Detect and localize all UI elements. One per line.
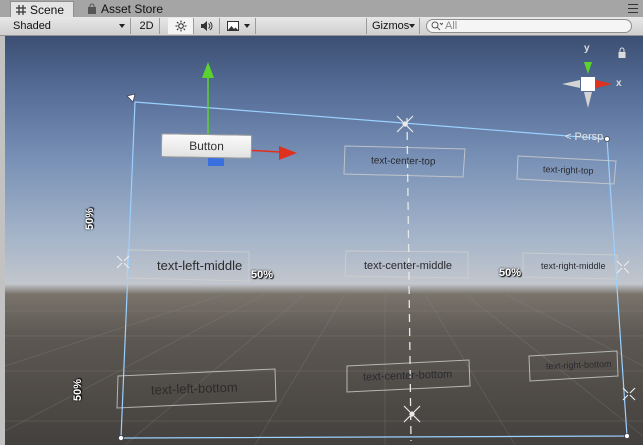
2d-toggle-button[interactable]: 2D	[134, 18, 160, 34]
hierarchy-search	[426, 19, 632, 33]
search-input[interactable]	[443, 20, 615, 32]
tab-asset-store-label: Asset Store	[101, 1, 164, 16]
shading-mode-value: Shaded	[13, 19, 51, 32]
rect-handle-bottom-left	[118, 435, 124, 441]
search-icon[interactable]	[431, 21, 443, 31]
orientation-neg-x-cone	[562, 80, 580, 88]
rect-handle-bottom-right	[624, 433, 630, 439]
text-right-top[interactable]: text-right-top	[543, 164, 594, 176]
lock-icon[interactable]	[618, 47, 626, 58]
speaker-icon	[201, 21, 213, 31]
move-gizmo-x-arrow	[279, 146, 297, 160]
percent-label-left-lower: 50%	[72, 378, 85, 402]
chevron-down-icon	[409, 24, 416, 28]
orientation-gizmo	[562, 62, 612, 108]
shopping-bag-icon	[86, 3, 98, 15]
sun-icon	[175, 20, 186, 32]
rect-handle-top-right	[604, 136, 610, 142]
move-gizmo-z-handle	[208, 158, 224, 166]
projection-label-text: Persp	[574, 131, 604, 143]
hash-grid-icon	[15, 4, 27, 16]
projection-label[interactable]: < Persp	[565, 131, 603, 143]
effects-dropdown[interactable]	[222, 18, 256, 34]
tab-asset-store[interactable]: Asset Store	[82, 1, 169, 17]
scene-ui-button-label: Button	[189, 138, 224, 154]
orientation-x-label: x	[616, 78, 622, 89]
text-right-middle[interactable]: text-right-middle	[541, 261, 606, 271]
tab-strip: Scene Asset Store	[0, 0, 643, 18]
text-left-middle[interactable]: text-left-middle	[157, 258, 242, 273]
audio-toggle-button[interactable]	[194, 18, 220, 34]
scene-canvas	[5, 47, 643, 445]
shading-mode-dropdown[interactable]: Shaded	[8, 18, 131, 34]
scene-viewport[interactable]: Button text-center-top text-right-top te…	[5, 36, 643, 445]
rect-handle-top-left	[126, 93, 136, 103]
percent-label-middle: 50%	[251, 269, 274, 281]
percent-label-right: 50%	[499, 267, 522, 279]
lighting-toggle-button[interactable]	[168, 18, 194, 34]
gizmos-label: Gizmos	[372, 19, 410, 32]
tab-scene[interactable]: Scene	[10, 1, 74, 18]
move-gizmo-y-arrow	[202, 62, 214, 78]
orientation-y-label: y	[584, 43, 590, 54]
tab-scene-label: Scene	[30, 2, 65, 17]
scene-toolbar: Shaded 2D Gizmos	[0, 17, 643, 36]
orientation-center-cube	[581, 77, 595, 91]
tab-menu-icon[interactable]	[628, 4, 638, 13]
persp-chevron-icon: <	[565, 131, 572, 143]
orientation-neg-y-cone	[584, 92, 592, 108]
anchor-marker-right	[616, 260, 630, 274]
chevron-down-icon	[119, 24, 125, 28]
orientation-y-cone	[584, 62, 592, 74]
percent-label-left-upper: 50%	[84, 207, 97, 231]
text-left-bottom[interactable]: text-left-bottom	[151, 379, 238, 397]
text-center-middle[interactable]: text-center-middle	[364, 260, 452, 272]
gizmos-dropdown[interactable]: Gizmos	[366, 18, 420, 34]
orientation-x-cone	[596, 80, 612, 88]
text-center-top[interactable]: text-center-top	[371, 155, 436, 167]
chevron-down-icon	[244, 24, 250, 28]
image-icon	[227, 21, 239, 31]
2d-toggle-label: 2D	[139, 19, 154, 32]
scene-ui-button[interactable]: Button	[160, 133, 253, 159]
